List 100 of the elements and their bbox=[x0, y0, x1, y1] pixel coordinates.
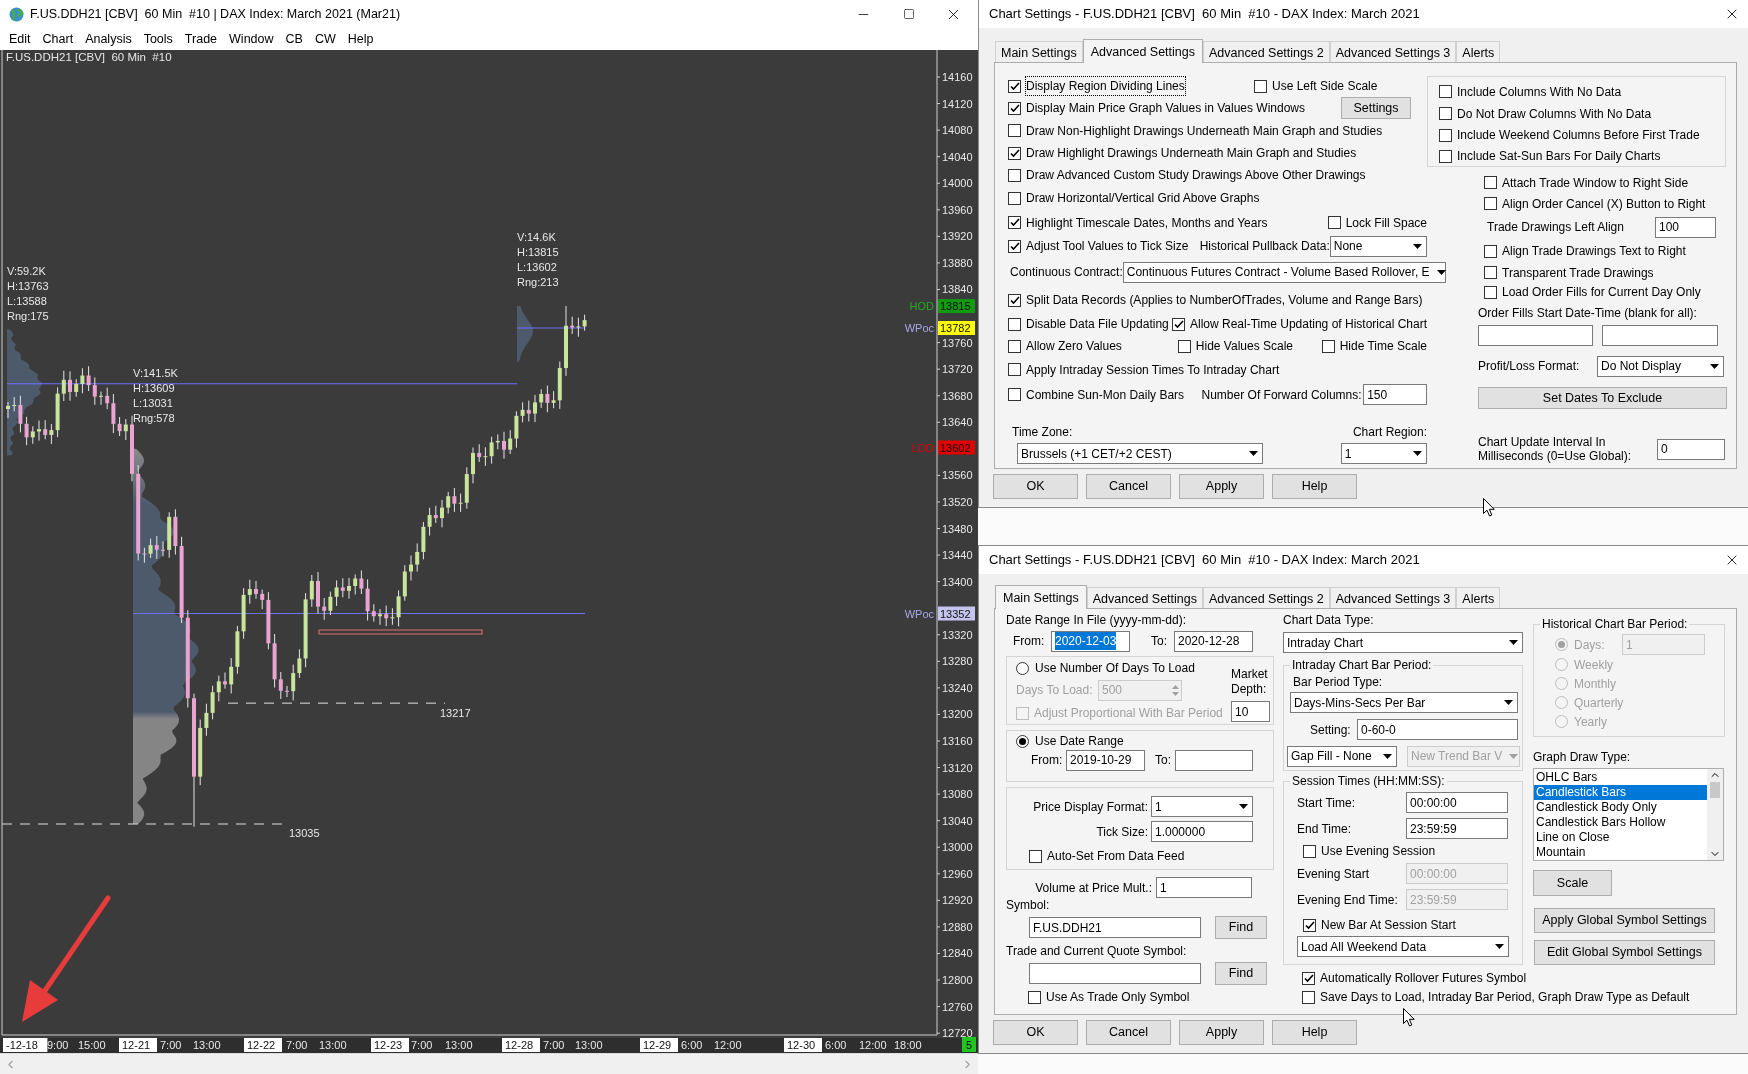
checkbox[interactable]: Auto-Set From Data Feed bbox=[1029, 847, 1185, 865]
checkbox[interactable]: Draw Horizontal/Vertical Grid Above Graphs bbox=[1008, 189, 1260, 207]
dialog-button[interactable]: Find bbox=[1215, 916, 1267, 939]
dropdown[interactable]: Load All Weekend Data bbox=[1297, 936, 1509, 957]
dropdown[interactable]: 1 bbox=[1340, 443, 1427, 464]
menu-item[interactable]: Analysis bbox=[79, 29, 138, 49]
text-field[interactable]: 2020-12-03 bbox=[1051, 630, 1130, 652]
checkbox[interactable]: Transparent Trade Drawings bbox=[1484, 263, 1654, 282]
checkbox[interactable]: Align Order Cancel (X) Button to Right bbox=[1484, 194, 1706, 213]
text-field[interactable]: 00:00:00 bbox=[1406, 792, 1508, 813]
checkbox[interactable]: Hide Values Scale bbox=[1177, 337, 1293, 355]
checkbox[interactable]: Split Data Records (Applies to NumberOfTrades, Volume and Range Bars) bbox=[1008, 291, 1423, 309]
checkbox[interactable]: Attach Trade Window to Right Side bbox=[1484, 173, 1689, 192]
checkbox[interactable]: Automatically Rollover Futures Symbol bbox=[1302, 969, 1527, 987]
checkbox[interactable]: Lock Fill Space bbox=[1327, 213, 1427, 232]
dropdown[interactable]: None bbox=[1329, 235, 1427, 257]
text-field[interactable]: F.US.DDH21 bbox=[1029, 917, 1201, 938]
checkbox[interactable]: New Bar At Session Start bbox=[1303, 916, 1456, 934]
checkbox[interactable]: Include Weekend Columns Before First Trade bbox=[1439, 126, 1700, 145]
menu-item[interactable]: Chart bbox=[36, 29, 80, 49]
dialog-button[interactable]: Help bbox=[1272, 474, 1357, 499]
dialog-button[interactable]: Settings bbox=[1341, 97, 1411, 119]
dialog-button[interactable]: Find bbox=[1215, 962, 1267, 985]
text-field[interactable]: 0-60-0 bbox=[1357, 719, 1518, 740]
menu-item[interactable]: Window bbox=[223, 29, 280, 49]
list-item[interactable]: Mountain bbox=[1534, 845, 1707, 860]
horizontal-scrollbar[interactable] bbox=[0, 1053, 978, 1074]
menu-item[interactable]: CW bbox=[308, 29, 342, 49]
tab[interactable]: Alerts bbox=[1456, 587, 1501, 608]
dialog-button[interactable]: Scale bbox=[1533, 870, 1612, 896]
tab[interactable]: Advanced Settings bbox=[1082, 39, 1203, 63]
text-field[interactable]: 1 bbox=[1156, 877, 1252, 898]
checkbox[interactable]: Draw Highlight Drawings Underneath Main Graph and Studies bbox=[1008, 144, 1357, 162]
radio-button[interactable]: Use Date Range bbox=[1016, 732, 1124, 750]
dropdown[interactable]: Intraday Chart bbox=[1283, 632, 1523, 653]
dialog-button[interactable]: Help bbox=[1272, 1020, 1357, 1045]
dialog-button[interactable]: OK bbox=[993, 474, 1078, 499]
text-field[interactable]: 2019-10-29 bbox=[1066, 749, 1145, 771]
checkbox[interactable]: Hide Time Scale bbox=[1321, 337, 1427, 355]
tab[interactable]: Advanced Settings 2 bbox=[1203, 587, 1330, 608]
tab[interactable]: Alerts bbox=[1456, 41, 1501, 62]
dropdown[interactable]: 1 bbox=[1151, 796, 1253, 817]
dropdown[interactable]: Gap Fill - None bbox=[1287, 745, 1397, 767]
checkbox[interactable]: Draw Advanced Custom Study Drawings Above Other Drawings bbox=[1008, 166, 1366, 184]
list-item[interactable]: Line on Close bbox=[1534, 830, 1707, 845]
checkbox[interactable]: Include Columns With No Data bbox=[1439, 82, 1622, 101]
dialog-button[interactable]: Cancel bbox=[1086, 1020, 1171, 1045]
scrollbar-thumb[interactable] bbox=[1710, 782, 1720, 798]
menu-item[interactable]: Help bbox=[341, 29, 380, 49]
checkbox[interactable]: Align Trade Drawings Text to Right bbox=[1484, 242, 1686, 260]
radio-indicator[interactable] bbox=[1016, 661, 1029, 675]
vertical-scrollbar[interactable] bbox=[1707, 769, 1723, 860]
dropdown[interactable]: Continuous Futures Contract - Volume Based Rollover, E bbox=[1122, 261, 1446, 283]
tab[interactable]: Advanced Settings 3 bbox=[1329, 41, 1457, 62]
dialog-button[interactable]: Apply Global Symbol Settings bbox=[1534, 908, 1715, 933]
dropdown[interactable]: Do Not Display bbox=[1597, 355, 1724, 377]
text-field[interactable]: 150 bbox=[1363, 384, 1427, 405]
tab[interactable]: Advanced Settings 3 bbox=[1329, 587, 1457, 608]
list-item[interactable]: Candlestick Bars bbox=[1534, 785, 1707, 800]
checkbox[interactable]: Load Order Fills for Current Day Only bbox=[1484, 283, 1701, 301]
menu-item[interactable]: CB bbox=[279, 29, 309, 49]
menu-item[interactable]: Trade bbox=[178, 29, 224, 49]
text-field[interactable]: 2020-12-28 bbox=[1174, 630, 1253, 652]
dialog-button[interactable]: Set Dates To Exclude bbox=[1478, 387, 1727, 409]
checkbox[interactable]: Save Days to Load, Intraday Bar Period, Graph Draw Type as Default bbox=[1302, 988, 1690, 1006]
dialog-button[interactable]: OK bbox=[993, 1020, 1078, 1045]
text-field[interactable] bbox=[1602, 325, 1718, 346]
checkbox[interactable]: Display Region Dividing Lines bbox=[1008, 77, 1185, 95]
text-field[interactable]: 10 bbox=[1231, 701, 1270, 722]
text-field[interactable] bbox=[1175, 749, 1253, 771]
dropdown[interactable]: Days-Mins-Secs Per Bar bbox=[1290, 692, 1518, 713]
checkbox[interactable]: Adjust Tool Values to Tick Size bbox=[1008, 237, 1189, 255]
checkbox[interactable]: Apply Intraday Session Times To Intraday Chart bbox=[1008, 360, 1280, 379]
checkbox[interactable]: Combine Sun-Mon Daily Bars bbox=[1008, 385, 1185, 404]
checkbox[interactable]: Disable Data File Updating bbox=[1008, 315, 1169, 333]
checkbox[interactable]: Draw Non-Highlight Drawings Underneath Main Graph and Studies bbox=[1008, 121, 1383, 140]
text-field[interactable]: 0 bbox=[1657, 438, 1725, 460]
list-item[interactable]: Candlestick Body Only bbox=[1534, 800, 1707, 815]
checkbox[interactable]: Allow Real-Time Updating of Historical Chart bbox=[1172, 315, 1427, 333]
text-field[interactable] bbox=[1478, 325, 1593, 346]
radio-indicator[interactable] bbox=[1016, 734, 1029, 748]
tab[interactable]: Main Settings bbox=[995, 41, 1083, 62]
dropdown[interactable]: Brussels (+1 CET/+2 CEST) bbox=[1017, 443, 1263, 464]
menu-item[interactable]: Edit bbox=[3, 29, 37, 49]
dialog-button[interactable]: Apply bbox=[1179, 474, 1264, 499]
tab[interactable]: Advanced Settings 2 bbox=[1203, 41, 1330, 62]
checkbox[interactable]: Use Left Side Scale bbox=[1254, 77, 1378, 95]
text-field[interactable]: 23:59:59 bbox=[1406, 818, 1508, 839]
dialog-button[interactable]: Edit Global Symbol Settings bbox=[1534, 940, 1715, 965]
dialog-button[interactable]: Apply bbox=[1179, 1020, 1264, 1045]
text-field[interactable]: 1.000000 bbox=[1151, 821, 1253, 842]
checkbox[interactable]: Display Main Price Graph Values in Values Windows bbox=[1008, 99, 1305, 117]
tab[interactable]: Main Settings bbox=[995, 585, 1087, 609]
checkbox[interactable]: Use Evening Session bbox=[1303, 842, 1436, 860]
checkbox[interactable]: Use As Trade Only Symbol bbox=[1028, 988, 1190, 1006]
tab[interactable]: Advanced Settings bbox=[1086, 587, 1203, 608]
radio-button[interactable]: Use Number Of Days To Load bbox=[1016, 659, 1195, 677]
menu-item[interactable]: Tools bbox=[137, 29, 179, 49]
text-field[interactable] bbox=[1029, 963, 1201, 984]
checkbox[interactable]: Do Not Draw Columns With No Data bbox=[1439, 104, 1652, 123]
